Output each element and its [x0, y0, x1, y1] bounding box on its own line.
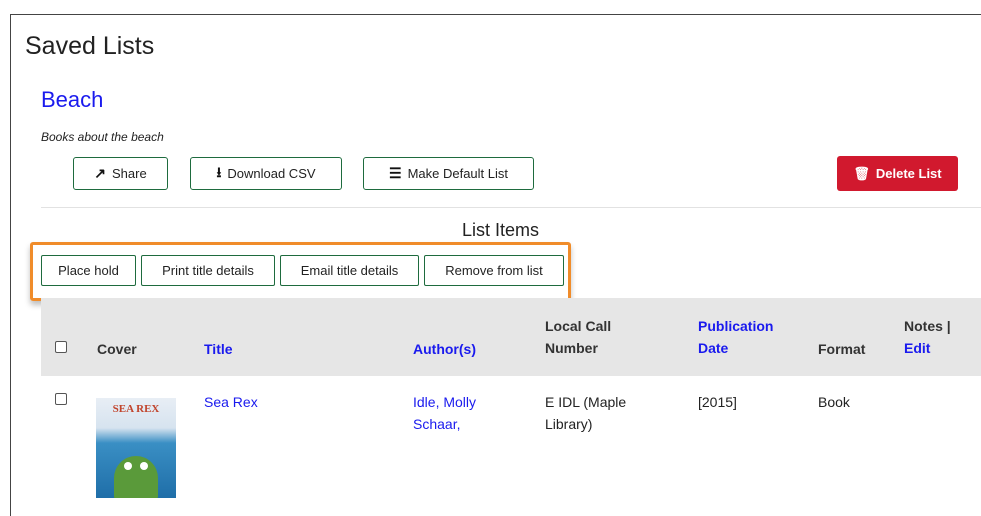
header-publication-date-sort[interactable]: Date	[698, 338, 728, 358]
section-divider	[41, 207, 981, 208]
list-items-heading: List Items	[462, 220, 540, 240]
trash-icon: 🗑	[853, 165, 870, 181]
place-hold-button[interactable]: Place hold	[41, 255, 136, 286]
list-description: Books about the beach	[41, 130, 164, 144]
header-title-sort[interactable]: Title	[204, 339, 233, 359]
header-call-number-line1: Local Call	[545, 318, 612, 334]
share-button-label: Share	[112, 166, 147, 181]
header-publication-sort[interactable]: Publication	[698, 316, 773, 336]
header-authors-sort[interactable]: Author(s)	[413, 339, 476, 359]
dinosaur-eye	[124, 462, 132, 470]
call-number-line2: Library)	[545, 416, 593, 432]
author-link-line2[interactable]: Schaar,	[413, 414, 460, 434]
list-icon: ☰	[389, 165, 402, 181]
format-value: Book	[818, 394, 850, 410]
header-notes: Notes |	[904, 318, 951, 334]
download-csv-label: Download CSV	[227, 166, 316, 181]
make-default-list-button[interactable]: ☰ Make Default List	[363, 157, 534, 190]
book-cover-image[interactable]: SEA REX	[96, 398, 176, 498]
table-header	[41, 298, 981, 376]
header-cover: Cover	[97, 341, 137, 357]
notes-edit-link[interactable]: Edit	[904, 338, 930, 358]
share-button[interactable]: ↗ Share	[73, 157, 168, 190]
share-icon: ↗	[94, 165, 107, 181]
header-format: Format	[818, 341, 866, 357]
page-title: Saved Lists	[25, 32, 155, 60]
download-csv-button[interactable]: ⭳ Download CSV	[190, 157, 342, 190]
author-link-line1[interactable]: Idle, Molly	[413, 392, 476, 412]
row-checkbox[interactable]	[55, 393, 67, 405]
remove-from-list-button[interactable]: Remove from list	[424, 255, 564, 286]
email-title-details-button[interactable]: Email title details	[280, 255, 419, 286]
delete-list-button[interactable]: 🗑 Delete List	[837, 156, 958, 191]
print-title-details-button[interactable]: Print title details	[141, 255, 275, 286]
header-call-number-line2: Number	[545, 340, 598, 356]
cover-title-art: SEA REX	[112, 403, 160, 415]
delete-list-label: Delete List	[875, 166, 942, 181]
file-download-icon: ⭳	[216, 163, 222, 180]
title-link[interactable]: Sea Rex	[204, 392, 258, 412]
call-number-line1: E IDL (Maple	[545, 394, 627, 410]
publication-date: [2015]	[698, 394, 737, 410]
make-default-list-label: Make Default List	[407, 166, 508, 181]
dinosaur-eye	[140, 462, 148, 470]
dinosaur-illustration	[114, 456, 158, 498]
list-name-link[interactable]: Beach	[41, 87, 103, 113]
select-all-checkbox[interactable]	[55, 341, 67, 353]
